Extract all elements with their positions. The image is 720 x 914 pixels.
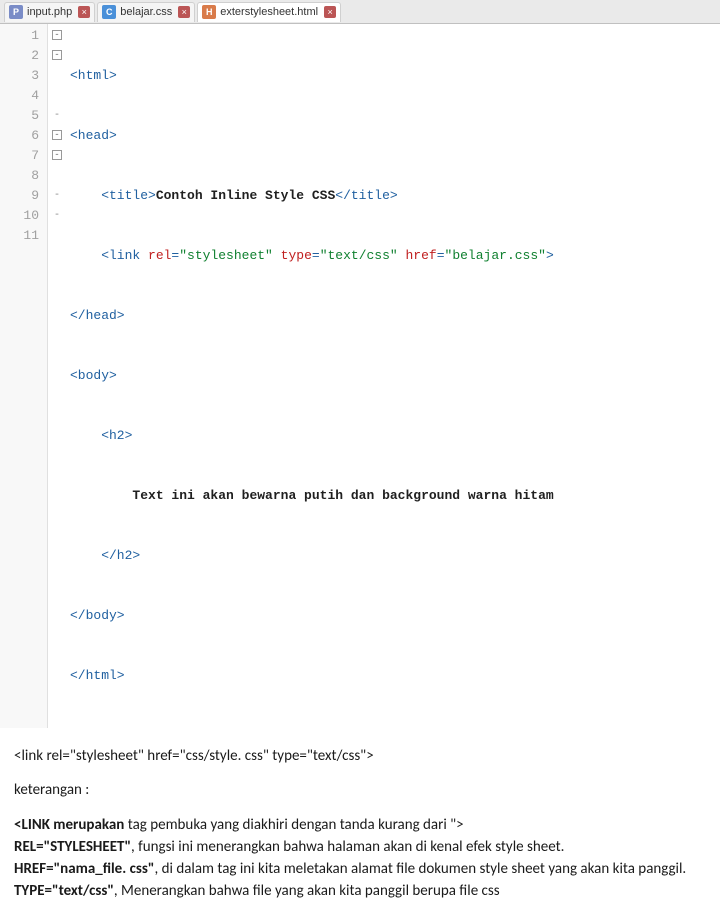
code-text: </html>: [70, 668, 125, 683]
fold-icon[interactable]: -: [52, 50, 62, 60]
explain-line: TYPE="text/css", Menerangkan bahwa file …: [14, 881, 706, 901]
code-text: "belajar.css": [445, 248, 546, 263]
explain-text: tag pembuka yang diakhiri dengan tanda k…: [124, 816, 463, 834]
keterangan-heading: keterangan :: [14, 780, 706, 800]
tab-label: exterstylesheet.html: [220, 6, 318, 18]
tab-label: belajar.css: [120, 6, 172, 18]
line-number: 1: [0, 26, 43, 46]
line-number: 6: [0, 126, 43, 146]
fold-icon[interactable]: -: [52, 150, 62, 160]
code-text: <head>: [70, 128, 117, 143]
explain-key: TYPE="text/css": [14, 882, 114, 900]
code-editor: 1 2 3 4 5 6 7 8 9 10 11 - - - - - - - <h…: [0, 24, 720, 728]
code-text: <title>: [70, 188, 156, 203]
code-text: rel: [148, 248, 171, 263]
line-number: 7: [0, 146, 43, 166]
explain-line: REL="STYLESHEET", fungsi ini menerangkan…: [14, 837, 706, 857]
code-text: </body>: [70, 608, 125, 623]
code-text: <h2>: [70, 428, 132, 443]
tab-exterstylesheet-html[interactable]: H exterstylesheet.html ×: [197, 2, 341, 22]
explain-text: , fungsi ini menerangkan bahwa halaman a…: [131, 838, 564, 856]
code-text: [70, 488, 132, 503]
code-text: =: [312, 248, 320, 263]
example-code-line: <link rel="stylesheet" href="css/style. …: [14, 746, 706, 766]
fold-guide: -: [54, 210, 60, 221]
code-text: =: [437, 248, 445, 263]
code-text: Contoh Inline Style CSS: [156, 188, 335, 203]
code-text: <link: [70, 248, 148, 263]
explain-key: <LINK merupakan: [14, 816, 124, 834]
code-text: </head>: [70, 308, 125, 323]
line-number: 9: [0, 186, 43, 206]
tab-belajar-css[interactable]: C belajar.css ×: [97, 2, 195, 22]
code-text: </title>: [335, 188, 397, 203]
tab-input-php[interactable]: P input.php ×: [4, 2, 95, 22]
fold-guide: -: [54, 190, 60, 201]
code-content[interactable]: <html> <head> <title>Contoh Inline Style…: [66, 24, 720, 728]
line-number-gutter: 1 2 3 4 5 6 7 8 9 10 11: [0, 24, 48, 728]
code-text: Text ini akan bewarna putih dan backgrou…: [132, 488, 553, 503]
code-text: <body>: [70, 368, 117, 383]
line-number: 8: [0, 166, 43, 186]
fold-column: - - - - - - -: [48, 24, 66, 728]
css-icon: C: [102, 5, 116, 19]
explanation-block: <link rel="stylesheet" href="css/style. …: [0, 728, 720, 914]
line-number: 5: [0, 106, 43, 126]
fold-icon[interactable]: -: [52, 30, 62, 40]
explain-key: HREF="nama_file. css": [14, 860, 154, 878]
close-icon[interactable]: ×: [324, 6, 336, 18]
code-text: href: [398, 248, 437, 263]
line-number: 4: [0, 86, 43, 106]
code-text: >: [546, 248, 554, 263]
fold-guide: -: [54, 110, 60, 121]
line-number: 3: [0, 66, 43, 86]
code-text: <html>: [70, 68, 117, 83]
fold-icon[interactable]: -: [52, 130, 62, 140]
code-text: "text/css": [320, 248, 398, 263]
tab-label: input.php: [27, 6, 72, 18]
line-number: 11: [0, 226, 43, 246]
close-icon[interactable]: ×: [178, 6, 190, 18]
php-icon: P: [9, 5, 23, 19]
code-text: "stylesheet": [179, 248, 273, 263]
explain-text: , di dalam tag ini kita meletakan alamat…: [154, 860, 686, 878]
explain-line: <LINK merupakan tag pembuka yang diakhir…: [14, 815, 706, 835]
html-icon: H: [202, 5, 216, 19]
close-icon[interactable]: ×: [78, 6, 90, 18]
code-text: </h2>: [70, 548, 140, 563]
explain-line: HREF="nama_file. css", di dalam tag ini …: [14, 859, 706, 879]
line-number: 2: [0, 46, 43, 66]
explain-key: REL="STYLESHEET": [14, 838, 131, 856]
explain-text: , Menerangkan bahwa file yang akan kita …: [114, 882, 500, 900]
line-number: 10: [0, 206, 43, 226]
code-text: type: [273, 248, 312, 263]
tab-bar: P input.php × C belajar.css × H extersty…: [0, 0, 720, 24]
